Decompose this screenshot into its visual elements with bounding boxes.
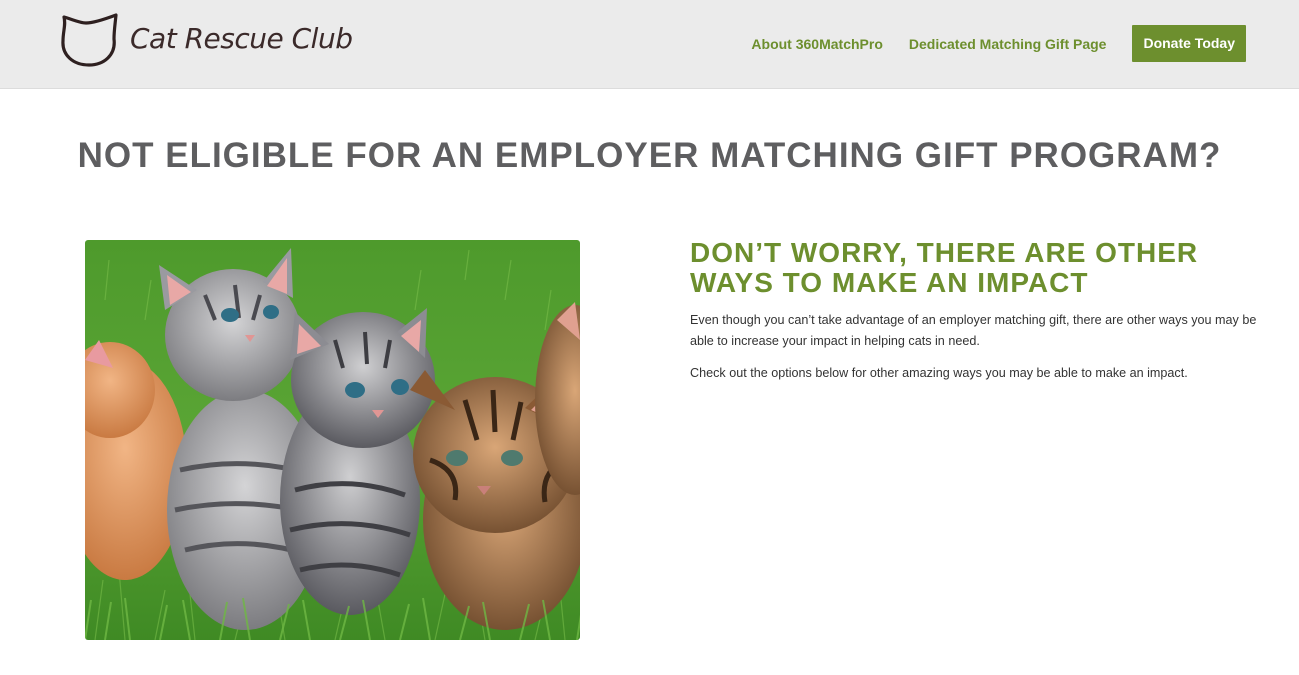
- page-title: NOT ELIGIBLE FOR AN EMPLOYER MATCHING GI…: [77, 136, 1222, 175]
- impact-section: DON’T WORRY, THERE ARE OTHER WAYS TO MAK…: [690, 238, 1270, 384]
- main-nav: About 360MatchPro Dedicated Matching Gif…: [751, 25, 1246, 62]
- intro-paragraph: Even though you can’t take advantage of …: [690, 313, 1257, 348]
- logo-text: Cat Rescue Club: [130, 22, 353, 55]
- nav-link-matching-gift-page[interactable]: Dedicated Matching Gift Page: [909, 26, 1107, 62]
- site-logo[interactable]: Cat Rescue Club: [58, 13, 353, 69]
- kittens-photo: [85, 240, 580, 640]
- section-heading: DON’T WORRY, THERE ARE OTHER WAYS TO MAK…: [690, 237, 1199, 298]
- nav-link-about-360matchpro[interactable]: About 360MatchPro: [751, 26, 882, 62]
- site-header: Cat Rescue Club About 360MatchPro Dedica…: [0, 0, 1299, 89]
- options-paragraph: Check out the options below for other am…: [690, 366, 1188, 380]
- donate-button[interactable]: Donate Today: [1132, 25, 1246, 62]
- cat-head-icon: [61, 13, 118, 67]
